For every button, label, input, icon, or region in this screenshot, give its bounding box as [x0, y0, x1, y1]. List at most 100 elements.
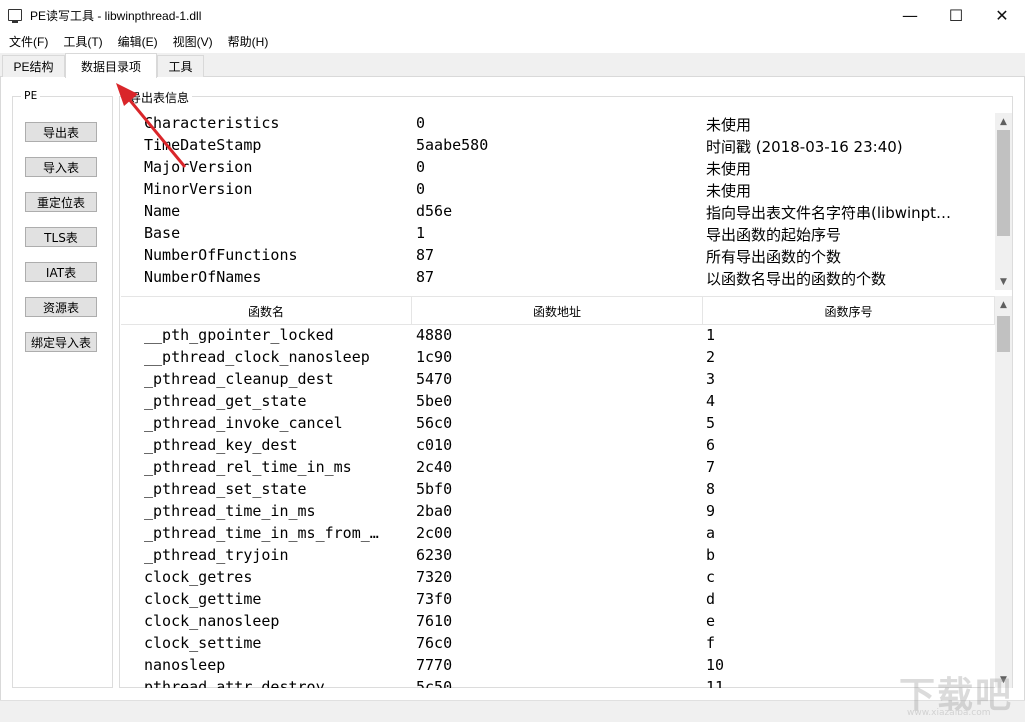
info-field: NumberOfFunctions [144, 246, 298, 264]
table-row[interactable]: _pthread_invoke_cancel 56c0 5 [121, 414, 995, 436]
minimize-button[interactable]: — [887, 0, 933, 31]
function-name: nanosleep [144, 656, 226, 674]
function-name: _pthread_time_in_ms_from_… [144, 524, 379, 542]
info-row: NumberOfFunctions 87 所有导出函数的个数 [121, 246, 995, 268]
relocation-table-button[interactable]: 重定位表 [25, 192, 97, 212]
function-table[interactable]: __pth_gpointer_locked 4880 1 __pthread_clo… [121, 326, 995, 688]
tab-tools[interactable]: 工具 [157, 55, 204, 77]
table-row[interactable]: clock_settime 76c0 f [121, 634, 995, 656]
function-name: clock_nanosleep [144, 612, 280, 630]
function-name: __pthread_clock_nanosleep [144, 348, 370, 366]
function-ordinal: 1 [706, 326, 716, 344]
function-address: 2ba0 [416, 502, 453, 520]
info-field: Base [144, 224, 181, 242]
function-ordinal: d [706, 590, 716, 608]
table-row[interactable]: _pthread_tryjoin 6230 b [121, 546, 995, 568]
import-table-button[interactable]: 导入表 [25, 157, 97, 177]
tls-table-button[interactable]: TLS表 [25, 227, 97, 247]
info-value: 87 [416, 268, 435, 286]
table-row[interactable]: _pthread_rel_time_in_ms 2c40 7 [121, 458, 995, 480]
info-field: Characteristics [144, 114, 280, 132]
info-value: 1 [416, 224, 426, 242]
export-info-group: 导出表信息 Characteristics 0 未使用 TimeDateStam… [119, 89, 1013, 688]
table-row[interactable]: __pthread_clock_nanosleep 1c90 2 [121, 348, 995, 370]
table-row[interactable]: _pthread_cleanup_dest 5470 3 [121, 370, 995, 392]
column-header-address[interactable]: 函数地址 [412, 297, 703, 325]
info-field: MinorVersion [144, 180, 253, 198]
function-address: 6230 [416, 546, 453, 564]
column-header-ordinal[interactable]: 函数序号 [703, 297, 995, 325]
table-row[interactable]: _pthread_time_in_ms 2ba0 9 [121, 502, 995, 524]
function-name: pthread_attr_destroy [144, 678, 325, 688]
function-name: _pthread_key_dest [144, 436, 298, 454]
function-ordinal: c [706, 568, 716, 586]
info-row: MinorVersion 0 未使用 [121, 180, 995, 202]
status-bar [0, 700, 1025, 722]
tab-data-directory[interactable]: 数据目录项 [65, 53, 157, 78]
menu-edit[interactable]: 编辑(E) [112, 32, 164, 52]
function-address: c010 [416, 436, 453, 454]
function-ordinal: e [706, 612, 716, 630]
info-scrollbar[interactable]: ▲ ▼ [995, 113, 1012, 290]
info-desc: 时间戳 (2018-03-16 23:40) [706, 138, 903, 156]
table-row[interactable]: clock_gettime 73f0 d [121, 590, 995, 612]
table-row[interactable]: clock_getres 7320 c [121, 568, 995, 590]
function-ordinal: 6 [706, 436, 716, 454]
maximize-button[interactable]: ☐ [933, 0, 979, 31]
info-scroll-thumb[interactable] [997, 130, 1010, 236]
bound-import-table-button[interactable]: 绑定导入表 [25, 332, 97, 352]
table-row[interactable]: pthread_attr_destroy 5c50 11 [121, 678, 995, 688]
function-ordinal: a [706, 524, 716, 542]
watermark: 下载吧 www.xiazaiba.com [893, 662, 1018, 720]
table-row[interactable]: _pthread_key_dest c010 6 [121, 436, 995, 458]
function-name: _pthread_time_in_ms [144, 502, 316, 520]
function-ordinal: 4 [706, 392, 716, 410]
scroll-down-icon[interactable]: ▼ [995, 273, 1012, 290]
function-address: 2c00 [416, 524, 453, 542]
menu-bar: 文件(F) 工具(T) 编辑(E) 视图(V) 帮助(H) [0, 31, 1025, 53]
info-field: NumberOfNames [144, 268, 262, 286]
function-name: clock_settime [144, 634, 262, 652]
info-value: 0 [416, 180, 426, 198]
function-name: __pth_gpointer_locked [144, 326, 334, 344]
menu-tools[interactable]: 工具(T) [57, 32, 108, 52]
export-info-list[interactable]: Characteristics 0 未使用 TimeDateStamp 5aab… [121, 114, 995, 289]
info-desc: 指向导出表文件名字符串(libwinpt… [706, 204, 952, 222]
window-title: PE读写工具 - libwinpthread-1.dll [30, 9, 202, 23]
function-table-header: 函数名 函数地址 函数序号 [121, 296, 995, 325]
table-scrollbar[interactable]: ▲ ▼ [995, 296, 1012, 688]
table-row[interactable]: nanosleep 7770 10 [121, 656, 995, 678]
menu-view[interactable]: 视图(V) [167, 32, 219, 52]
menu-help[interactable]: 帮助(H) [222, 32, 275, 52]
tab-pe-structure[interactable]: PE结构 [2, 55, 65, 77]
info-field: Name [144, 202, 181, 220]
export-table-button[interactable]: 导出表 [25, 122, 97, 142]
table-scroll-thumb[interactable] [997, 316, 1010, 352]
function-address: 5be0 [416, 392, 453, 410]
info-value: 0 [416, 158, 426, 176]
info-value: 5aabe580 [416, 136, 489, 154]
resource-table-button[interactable]: 资源表 [25, 297, 97, 317]
scroll-up-icon[interactable]: ▲ [995, 113, 1012, 130]
table-row[interactable]: clock_nanosleep 7610 e [121, 612, 995, 634]
table-row[interactable]: _pthread_get_state 5be0 4 [121, 392, 995, 414]
info-desc: 未使用 [706, 182, 752, 200]
close-button[interactable]: ✕ [979, 0, 1025, 31]
iat-table-button[interactable]: IAT表 [25, 262, 97, 282]
table-row[interactable]: __pth_gpointer_locked 4880 1 [121, 326, 995, 348]
info-desc: 未使用 [706, 116, 752, 134]
info-value: 87 [416, 246, 435, 264]
table-row[interactable]: _pthread_time_in_ms_from_… 2c00 a [121, 524, 995, 546]
info-row: NumberOfNames 87 以函数名导出的函数的个数 [121, 268, 995, 289]
table-row[interactable]: _pthread_set_state 5bf0 8 [121, 480, 995, 502]
info-row: TimeDateStamp 5aabe580 时间戳 (2018-03-16 2… [121, 136, 995, 158]
function-ordinal: 9 [706, 502, 716, 520]
scroll-up-icon[interactable]: ▲ [995, 296, 1012, 313]
info-row: Characteristics 0 未使用 [121, 114, 995, 136]
function-ordinal: 7 [706, 458, 716, 476]
menu-file[interactable]: 文件(F) [3, 32, 54, 52]
function-ordinal: 11 [706, 678, 725, 688]
function-address: 7770 [416, 656, 453, 674]
function-address: 56c0 [416, 414, 453, 432]
column-header-name[interactable]: 函数名 [121, 297, 412, 325]
